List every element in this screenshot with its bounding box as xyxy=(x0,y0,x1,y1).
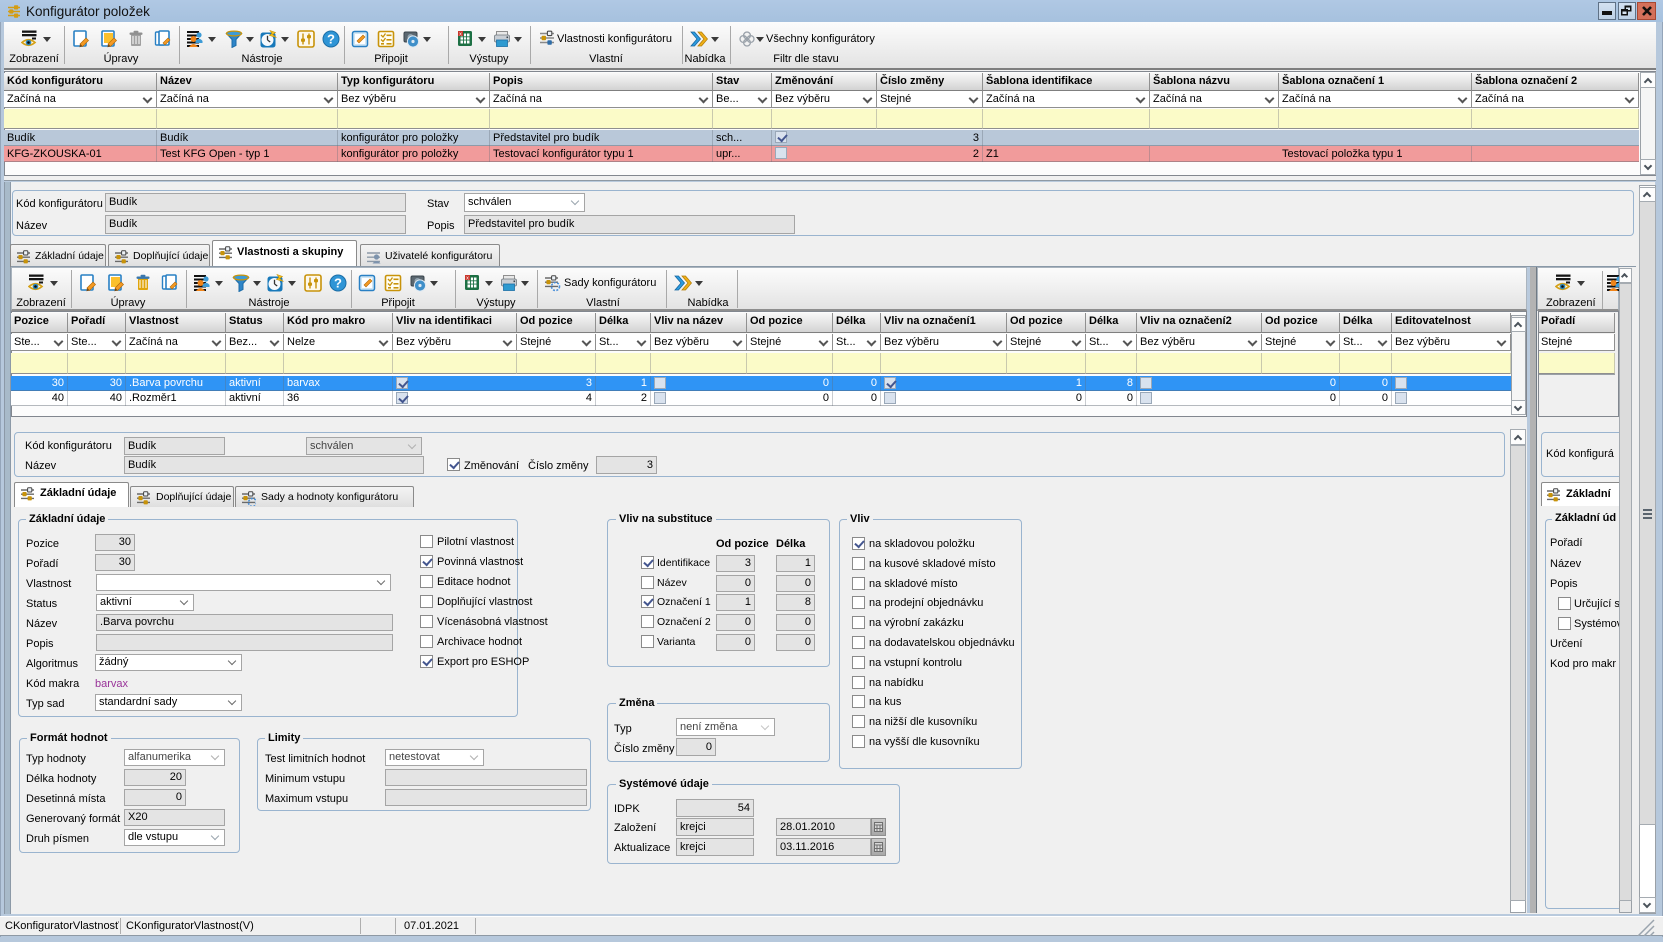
svg-text:x: x xyxy=(466,275,469,281)
svg-text:x: x xyxy=(459,31,462,37)
svg-text:?: ? xyxy=(334,276,342,291)
svg-text:?: ? xyxy=(327,32,335,47)
